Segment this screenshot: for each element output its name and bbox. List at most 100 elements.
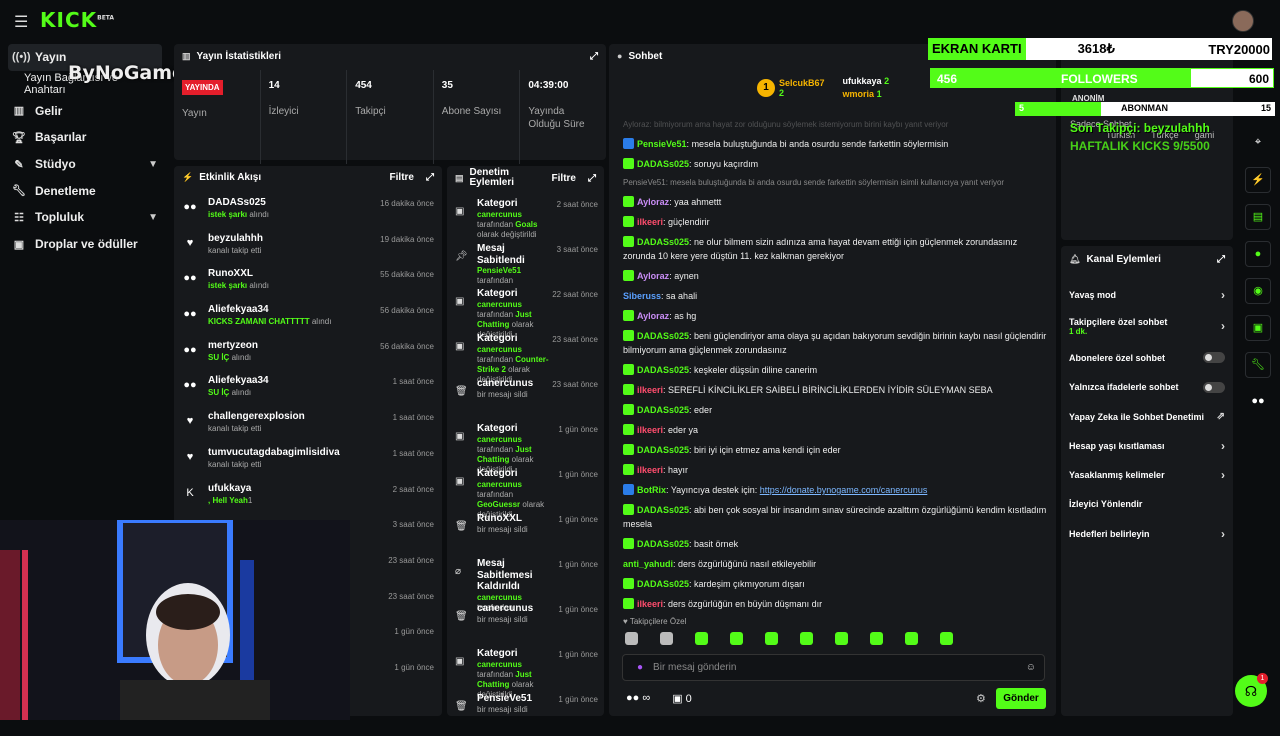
emote-icon[interactable] [765,632,778,645]
activity-user: Aliefekyaa34 [208,375,269,387]
chat-username[interactable]: anti_yahudi [623,559,673,569]
chat-input[interactable]: ● Bir mesaj gönderin ☺ [622,654,1045,681]
wrench-icon[interactable]: 🔧︎ [1245,352,1271,378]
weekly-kicks-text: HAFTALIK KICKS 9/5500 [1070,139,1210,153]
emote-icon[interactable] [940,632,953,645]
emote-icon[interactable] [870,632,883,645]
chat-username[interactable]: Ayloraz [637,311,669,321]
moderation-row: ▣ Kategori canercunus tarafından Goals ola… [447,196,604,241]
chat-text: eder ya [668,425,699,435]
chat-username[interactable]: ilkeeri [637,599,663,609]
chat-username[interactable]: DADASs025 [637,331,689,341]
moderation-action: Kategori [477,288,518,299]
donate-link[interactable]: https://donate.bynogame.com/canercunus [760,485,928,495]
moderation-desc: bir mesajı sildi [477,704,528,714]
chat-username[interactable]: DADASs025 [637,445,689,455]
items-indicator[interactable]: ▣ 0 [672,692,692,705]
channel-action-row[interactable]: Yalnızca ifadelerle sohbet [1061,373,1233,402]
popout-icon[interactable]: ⤢ [1217,254,1225,265]
mic-icon[interactable]: ● [637,662,643,673]
emote-icon[interactable] [625,632,638,645]
toggle-switch[interactable] [1203,352,1225,364]
chat-message: DADASs025: ne olur bilmem sizin adınıza … [623,236,1018,261]
channel-action-row[interactable]: Yavaş mod › [1061,280,1233,309]
people-icon[interactable]: ●● [1245,389,1271,415]
chat-icon[interactable]: ● [1245,241,1271,267]
activity-user: RunoXXL [208,268,253,280]
chevron-right-icon: › [1221,319,1225,334]
channel-action-row[interactable]: Yasaklanmış kelimeler › [1061,460,1233,489]
sidebar-item-studyo[interactable]: ✎ Stüdyo ▼ [0,151,170,178]
chevron-down-icon: ▼ [148,211,158,223]
kick-logo[interactable]: KICKBETA [40,8,114,32]
moderation-row: 📌︎ Mesaj Sabitlendi PensieVe51 tarafından 3… [447,241,604,286]
people-icon: ●● [183,308,197,321]
chat-username[interactable]: DADASs025 [637,505,689,515]
sidebar-item-basarilar[interactable]: 🏆︎ Başarılar [0,124,170,151]
channel-action-row[interactable]: Yapay Zeka ile Sohbet Denetimi ⇗ [1061,402,1233,431]
toggle-switch[interactable] [1203,381,1225,393]
channel-action-row[interactable]: Takipçilere özel sohbet 1 dk. › [1061,309,1233,343]
activity-user: ufukkaya [208,482,252,494]
chat-username[interactable]: BotRix [637,485,666,495]
activity-desc: KICKS ZAMANI CHATTTTT alındı [208,317,332,327]
chat-message: DADASs025: beni güçlendiriyor ama olaya … [623,330,1047,355]
right-rail: ⌖ ⚡ ▤ ● ◉ ▣ 🔧︎ ●● [1238,130,1278,426]
channel-action-row[interactable]: Hedefleri belirleyin › [1061,519,1233,548]
chat-username[interactable]: DADASs025 [637,539,689,549]
emote-icon[interactable] [730,632,743,645]
document-icon[interactable]: ▤ [1245,204,1271,230]
emote-icon[interactable] [905,632,918,645]
channel-action-row[interactable]: İzleyici Yönlendir [1061,490,1233,519]
sidebar-item-droplar[interactable]: ▣ Droplar ve ödüller [0,231,170,258]
filter-button[interactable]: Filtre [390,172,414,183]
chevron-right-icon: › [1221,287,1225,302]
chat-username[interactable]: ilkeeri [637,465,663,475]
emote-icon[interactable] [800,632,813,645]
activity-time: 19 dakika önce [380,234,434,244]
send-button[interactable]: Gönder [996,688,1046,709]
popout-icon[interactable]: ⤢ [590,51,598,62]
chat-username[interactable]: Siberuss [623,291,661,301]
activity-desc: istek şarkı alındı [208,210,269,219]
emote-icon[interactable] [695,632,708,645]
popout-icon[interactable]: ⤢ [588,173,596,184]
sidebar-item-denetleme[interactable]: 🔧︎ Denetleme [0,177,170,204]
broadcast-icon[interactable]: ◉ [1245,278,1271,304]
activity-row: ●● Aliefekyaa34 SU İÇ alındı 1 saat önce [174,372,442,408]
shield-icon[interactable]: ▣ [1245,315,1271,341]
chat-username[interactable]: ilkeeri [637,425,663,435]
chat-username[interactable]: ilkeeri [637,217,663,227]
bolt-icon[interactable]: ⚡ [1245,167,1271,193]
emote-icon[interactable] [660,632,673,645]
channel-action-row[interactable]: Abonelere özel sohbet [1061,343,1233,372]
moderation-row: ▣ Kategori canercunus tarafından Just Chat… [447,646,604,699]
chat-username[interactable]: Ayloraz [637,197,669,207]
emote-icon[interactable] [835,632,848,645]
sidebar-item-topluluk[interactable]: ☷ Topluluk ▼ [0,204,170,231]
support-chat-button[interactable]: ☊ 1 [1235,673,1268,707]
emoji-icon[interactable]: ☺ [1026,662,1036,673]
channel-action-row[interactable]: Hesap yaşı kısıtlaması › [1061,431,1233,460]
chat-username[interactable]: Ayloraz [637,271,669,281]
camera-icon[interactable]: ⌖ [1245,130,1271,156]
chat-username[interactable]: ilkeeri [637,385,663,395]
stat-status: YAYINDA Yayın [174,70,260,164]
settings-icon[interactable]: ⚙ [976,692,986,705]
chat-username[interactable]: DADASs025 [637,579,689,589]
chat-username[interactable]: DADASs025 [637,237,689,247]
sidebar-item-gelir[interactable]: ▥ Gelir [0,97,170,124]
filter-button[interactable]: Filtre [552,173,576,184]
chat-username[interactable]: DADASs025 [637,365,689,375]
avatar[interactable] [1232,10,1254,32]
chat-username[interactable]: DADASs025 [637,159,689,169]
heart-icon: ♥ [186,236,194,249]
chat-message: ilkeeri: SEREFLİ KİNCİLİKLER SAİBELİ BİR… [609,380,1056,400]
points-indicator[interactable]: ●● ∞ [626,692,650,705]
channel-action-label: Yavaş mod [1069,289,1117,300]
moderation-time: 1 gün önce [558,425,598,434]
popout-icon[interactable]: ⤢ [426,172,434,183]
chat-username[interactable]: DADASs025 [637,405,689,415]
chat-username[interactable]: PensieVe51 [637,139,687,149]
menu-icon[interactable]: ☰ [14,12,28,32]
